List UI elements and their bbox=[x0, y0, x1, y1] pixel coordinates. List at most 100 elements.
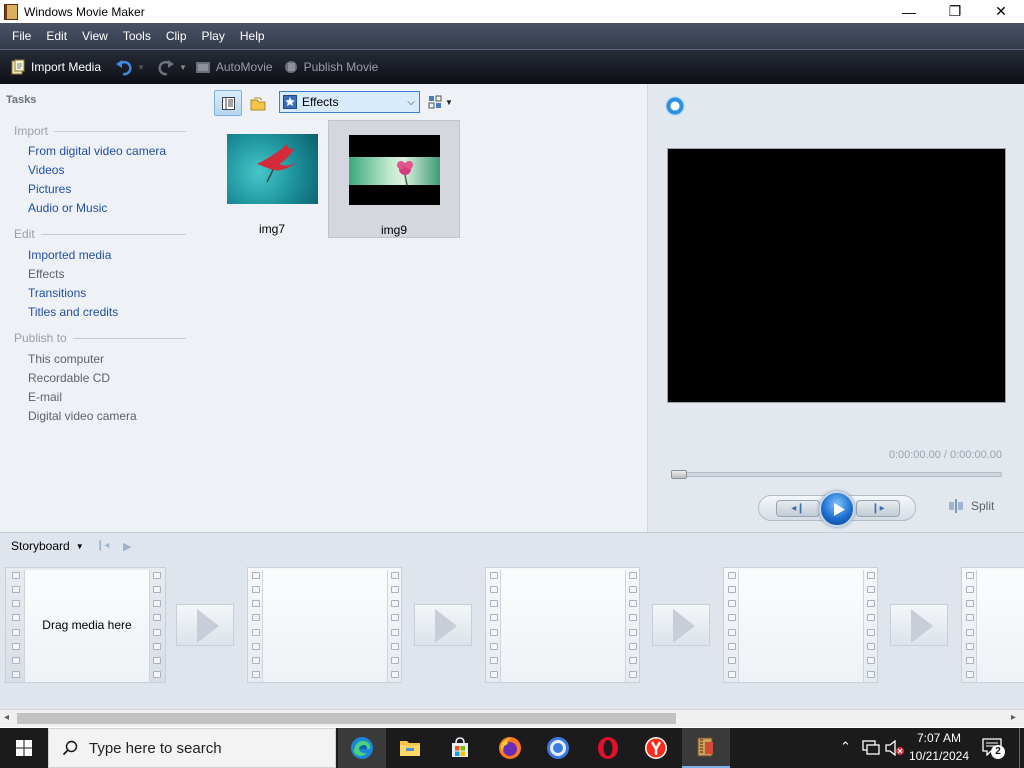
transition-slot[interactable] bbox=[652, 604, 710, 646]
start-button[interactable] bbox=[0, 728, 48, 768]
taskbar-file-explorer[interactable] bbox=[386, 728, 434, 768]
minimize-button[interactable]: — bbox=[886, 0, 932, 23]
automovie-button[interactable]: AutoMovie bbox=[195, 59, 273, 75]
taskbar-store[interactable] bbox=[436, 728, 484, 768]
edit-group-label: Edit bbox=[14, 227, 35, 241]
task-email[interactable]: E-mail bbox=[28, 390, 62, 404]
seek-thumb[interactable] bbox=[671, 470, 687, 479]
show-desktop-button[interactable] bbox=[1019, 728, 1024, 768]
transition-slot[interactable] bbox=[176, 604, 234, 646]
view-options-button[interactable]: ▼ bbox=[428, 93, 460, 111]
notification-count-badge: 2 bbox=[991, 745, 1005, 759]
drag-media-hint: Drag media here bbox=[42, 618, 132, 632]
import-media-button[interactable]: Import Media bbox=[10, 59, 101, 75]
storyboard-slot[interactable] bbox=[485, 567, 640, 683]
edit-group: Edit bbox=[14, 227, 186, 241]
menu-edit[interactable]: Edit bbox=[46, 29, 67, 43]
chrome-icon bbox=[547, 737, 569, 759]
taskbar-opera[interactable] bbox=[584, 728, 632, 768]
storyboard-slot[interactable] bbox=[723, 567, 878, 683]
task-pictures[interactable]: Pictures bbox=[28, 182, 71, 196]
transition-slot[interactable] bbox=[414, 604, 472, 646]
seek-bar[interactable] bbox=[672, 472, 1002, 477]
task-titles-and-credits[interactable]: Titles and credits bbox=[28, 305, 118, 319]
scrollbar-thumb[interactable] bbox=[17, 713, 676, 724]
tasks-toggle-button[interactable] bbox=[214, 90, 242, 116]
previous-frame-button[interactable]: ◂❙ bbox=[776, 500, 820, 517]
taskbar-movie-maker[interactable] bbox=[682, 728, 730, 768]
media-item-img7[interactable]: img7 bbox=[206, 120, 338, 238]
redo-icon[interactable] bbox=[157, 58, 175, 76]
menu-view[interactable]: View bbox=[82, 29, 108, 43]
collections-folder-icon bbox=[250, 97, 266, 111]
clock-time[interactable]: 7:07 AM bbox=[906, 731, 972, 745]
img9-thumbnail bbox=[348, 135, 440, 205]
storyboard-scrollbar[interactable]: ◂ ▸ bbox=[0, 709, 1024, 727]
task-digital-video-camera[interactable]: Digital video camera bbox=[28, 409, 137, 423]
volume-muted-icon[interactable] bbox=[885, 740, 905, 756]
close-button[interactable]: ✕ bbox=[978, 0, 1024, 23]
storyboard-slot[interactable]: Drag media here bbox=[5, 567, 166, 683]
tasks-pane: Tasks Import From digital video camera V… bbox=[0, 84, 200, 532]
task-recordable-cd[interactable]: Recordable CD bbox=[28, 371, 110, 385]
task-imported-media[interactable]: Imported media bbox=[28, 248, 111, 262]
maximize-button[interactable]: ❐ bbox=[932, 0, 978, 23]
split-icon bbox=[949, 499, 963, 513]
menu-play[interactable]: Play bbox=[202, 29, 225, 43]
clock-date[interactable]: 10/21/2024 bbox=[906, 749, 972, 763]
collection-dropdown[interactable]: Effects ⌵ bbox=[279, 91, 420, 113]
transition-arrow-icon bbox=[197, 609, 219, 643]
scroll-left-icon[interactable]: ◂ bbox=[4, 712, 9, 723]
task-transitions[interactable]: Transitions bbox=[28, 286, 86, 300]
automovie-icon bbox=[195, 62, 210, 73]
publish-movie-button[interactable]: Publish Movie bbox=[283, 59, 378, 75]
task-audio-or-music[interactable]: Audio or Music bbox=[28, 201, 107, 215]
taskbar-yandex[interactable] bbox=[632, 728, 680, 768]
import-media-icon bbox=[11, 59, 25, 75]
storyboard-slot[interactable] bbox=[247, 567, 402, 683]
search-icon bbox=[62, 740, 78, 756]
preview-pane: 0:00:00.00 / 0:00:00.00 ◂❙ ❙▸ Split bbox=[647, 84, 1024, 532]
task-videos[interactable]: Videos bbox=[28, 163, 64, 177]
storyboard-view-dropdown[interactable]: Storyboard ▼ bbox=[11, 539, 84, 553]
publish-movie-icon bbox=[284, 61, 297, 73]
import-media-label: Import Media bbox=[31, 60, 102, 74]
split-button[interactable]: Split bbox=[948, 499, 994, 513]
storyboard-slot[interactable] bbox=[961, 567, 1024, 683]
import-group-label: Import bbox=[14, 124, 49, 138]
next-frame-button[interactable]: ❙▸ bbox=[856, 500, 900, 517]
collections-button[interactable] bbox=[248, 90, 270, 116]
title-bar: Windows Movie Maker — ❐ ✕ bbox=[0, 0, 1024, 23]
taskbar-edge[interactable] bbox=[338, 728, 386, 768]
task-from-digital-video-camera[interactable]: From digital video camera bbox=[28, 144, 166, 158]
redo-dropdown-icon[interactable]: ▼ bbox=[179, 63, 187, 72]
movie-maker-taskbar-icon bbox=[697, 737, 713, 757]
show-hidden-icons-chevron-icon[interactable]: ⌃ bbox=[840, 739, 851, 755]
folder-icon bbox=[400, 741, 420, 756]
rewind-storyboard-icon[interactable]: ❙◂ bbox=[96, 540, 109, 551]
taskbar-chrome[interactable] bbox=[534, 728, 582, 768]
media-item-img9[interactable]: img9 bbox=[328, 120, 460, 238]
view-thumbnails-icon bbox=[428, 95, 442, 109]
task-effects[interactable]: Effects bbox=[28, 267, 64, 281]
preview-status-icon bbox=[665, 96, 685, 116]
taskbar-firefox[interactable] bbox=[486, 728, 534, 768]
storyboard-dropdown-icon: ▼ bbox=[75, 541, 84, 551]
undo-icon[interactable] bbox=[115, 58, 133, 76]
transition-slot[interactable] bbox=[890, 604, 948, 646]
undo-dropdown-icon[interactable]: ▼ bbox=[137, 63, 145, 72]
task-this-computer[interactable]: This computer bbox=[28, 352, 104, 366]
menu-help[interactable]: Help bbox=[240, 29, 265, 43]
play-storyboard-icon[interactable]: ▶ bbox=[123, 540, 131, 553]
menu-tools[interactable]: Tools bbox=[123, 29, 151, 43]
taskbar-search-box[interactable]: Type here to search bbox=[48, 728, 336, 768]
storyboard: Storyboard ▼ ❙◂ ▶ Drag media here bbox=[0, 532, 1024, 709]
scroll-right-icon[interactable]: ▸ bbox=[1011, 712, 1016, 723]
network-icon[interactable] bbox=[862, 740, 880, 756]
img9-label: img9 bbox=[380, 223, 407, 237]
play-button[interactable] bbox=[819, 491, 855, 527]
window-title: Windows Movie Maker bbox=[24, 4, 145, 19]
menu-clip[interactable]: Clip bbox=[166, 29, 187, 43]
menu-file[interactable]: File bbox=[12, 29, 31, 43]
action-center-button[interactable]: 2 bbox=[982, 738, 1006, 760]
